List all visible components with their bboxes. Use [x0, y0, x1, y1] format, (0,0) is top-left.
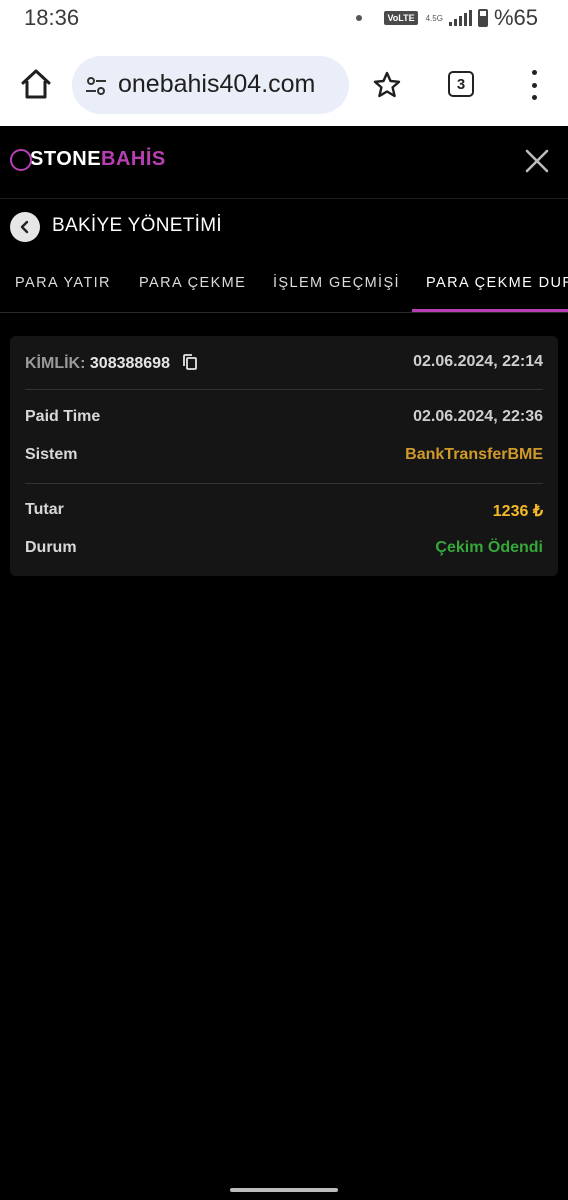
site-settings-icon[interactable]: [84, 74, 108, 98]
star-icon[interactable]: [372, 70, 402, 100]
browser-toolbar: onebahis404.com 3: [0, 38, 568, 126]
paid-time-row: Paid Time 02.06.2024, 22:36: [25, 408, 543, 428]
tab-withdraw-status[interactable]: PARA ÇEKME DUR: [426, 275, 568, 291]
status-bar: 18:36 VoLTE 4.5G %65: [0, 0, 568, 38]
status-label: Durum: [25, 539, 77, 556]
network-type: 4.5G: [425, 13, 443, 23]
close-icon[interactable]: [524, 148, 550, 174]
transaction-id-value: 308388698: [89, 355, 170, 372]
withdrawal-card: KİMLİK: 308388698 02.06.2024, 22:14 Paid…: [10, 336, 558, 576]
overflow-menu-icon[interactable]: [524, 70, 544, 100]
balance-tabs: PARA YATIR PARA ÇEKME İŞLEM GEÇMİŞİ PARA…: [0, 256, 568, 313]
tab-deposit[interactable]: PARA YATIR: [15, 275, 111, 291]
home-icon[interactable]: [18, 66, 54, 102]
page-title: BAKİYE YÖNETİMİ: [52, 215, 222, 236]
amount-row: Tutar 1236 ₺: [25, 501, 543, 521]
transaction-id-label: KİMLİK:: [25, 355, 86, 372]
back-button[interactable]: [10, 212, 40, 242]
chevron-left-icon: [20, 220, 29, 234]
logo-mark-icon: [10, 148, 32, 171]
amount-label: Tutar: [25, 501, 64, 518]
tab-switcher-icon[interactable]: 3: [448, 71, 474, 97]
volte-badge: VoLTE: [384, 11, 418, 25]
logo-text-stone: STONE: [30, 148, 102, 170]
system-row: Sistem BankTransferBME: [25, 446, 543, 466]
divider: [25, 389, 543, 390]
system-label: Sistem: [25, 446, 78, 463]
battery-percent: %65: [493, 5, 538, 30]
logo-text-bahis: BAHİS: [101, 148, 166, 170]
copy-icon[interactable]: [182, 353, 198, 371]
paid-time-value: 02.06.2024, 22:36: [413, 408, 543, 425]
paid-time-label: Paid Time: [25, 408, 101, 425]
gesture-bar[interactable]: [230, 1188, 338, 1192]
tab-transaction-history[interactable]: İŞLEM GEÇMİŞİ: [273, 275, 400, 291]
status-icons: VoLTE 4.5G %65: [356, 5, 538, 31]
signal-icon: [448, 10, 472, 26]
tab-withdraw[interactable]: PARA ÇEKME: [139, 275, 246, 291]
balance-management-header: BAKİYE YÖNETİMİ: [0, 198, 568, 256]
system-value: BankTransferBME: [405, 446, 543, 463]
amount-value: 1236 ₺: [492, 503, 543, 520]
notification-dot-icon: [356, 15, 363, 21]
battery-icon: [477, 9, 488, 27]
status-time: 18:36: [24, 5, 80, 30]
url-text[interactable]: onebahis404.com: [118, 70, 315, 99]
divider: [25, 483, 543, 484]
active-tab-indicator: [412, 309, 568, 312]
app-header: STONE BAHİS: [0, 126, 568, 199]
status-row: Durum Çekim Ödendi: [25, 539, 543, 559]
created-at-value: 02.06.2024, 22:14: [413, 353, 543, 370]
transaction-id-row: KİMLİK: 308388698 02.06.2024, 22:14: [25, 353, 543, 373]
address-bar[interactable]: onebahis404.com: [72, 56, 349, 114]
stonebahis-logo[interactable]: STONE BAHİS: [10, 148, 166, 171]
status-value: Çekim Ödendi: [435, 539, 543, 556]
